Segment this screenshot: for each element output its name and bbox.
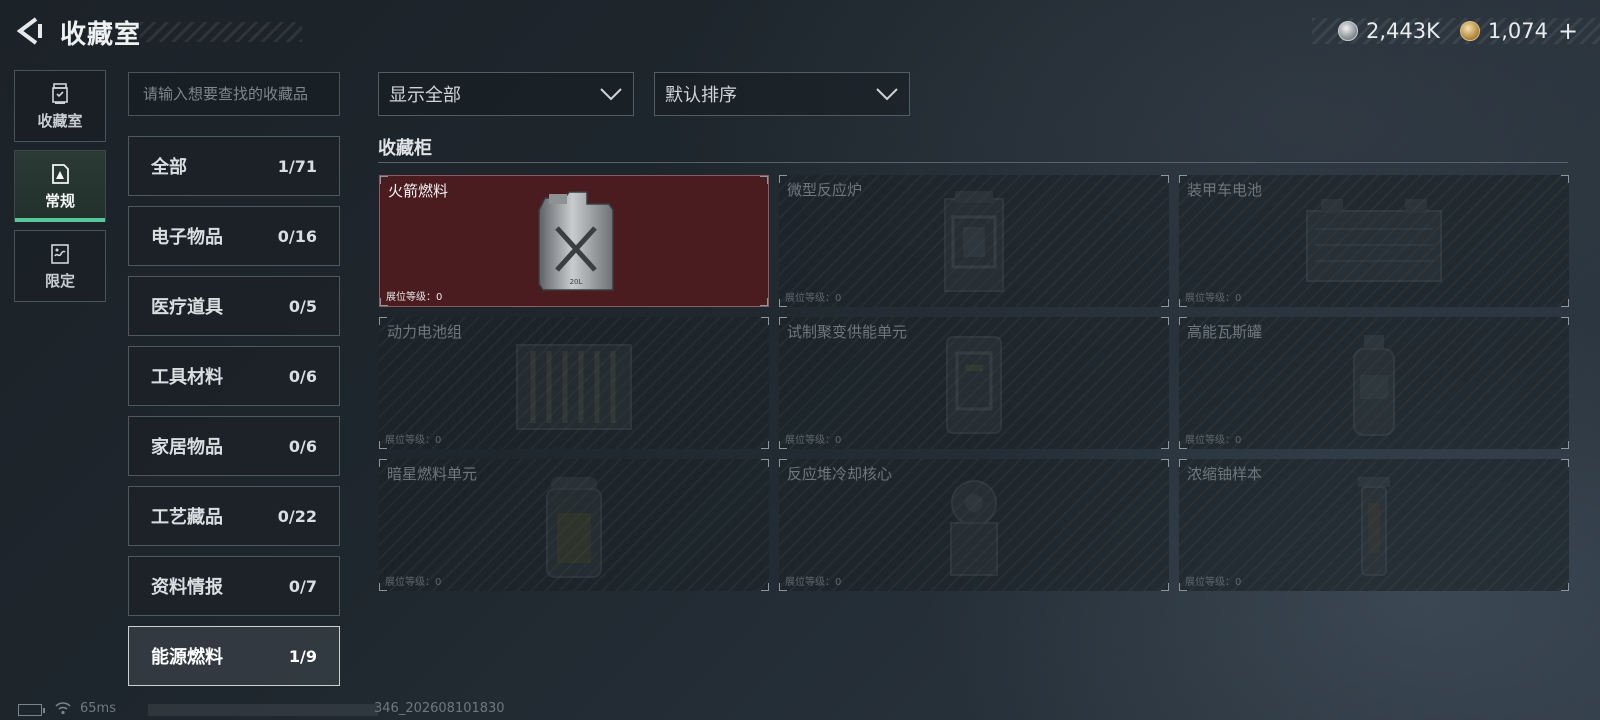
regular-card-icon bbox=[52, 163, 69, 184]
ping-value: 65ms bbox=[80, 701, 116, 716]
battery-pack-icon bbox=[516, 344, 632, 430]
subcategory-name: 资料情报 bbox=[151, 577, 223, 598]
subcategory-name: 全部 bbox=[151, 157, 187, 178]
tab-label: 常规 bbox=[44, 191, 75, 210]
subcategory-count: 0/7 bbox=[288, 576, 317, 596]
cabinet-slot-reactor-cooling-core[interactable]: 反应堆冷却核心 展位等级：0 bbox=[779, 459, 1169, 591]
tab-label: 收藏室 bbox=[37, 111, 83, 130]
tab-collection-room[interactable]: 收藏室 bbox=[14, 70, 106, 142]
subcategory-count: 0/6 bbox=[288, 436, 317, 456]
slot-level: 展位等级：0 bbox=[385, 435, 442, 446]
subcategory-intel[interactable]: 资料情报 0/7 bbox=[128, 556, 340, 616]
slot-name: 微型反应炉 bbox=[787, 181, 863, 199]
subcategory-household[interactable]: 家居物品 0/6 bbox=[128, 416, 340, 476]
subcategory-count: 1/71 bbox=[277, 156, 317, 176]
wifi-icon bbox=[55, 702, 71, 715]
subcategory-count: 0/6 bbox=[288, 366, 317, 386]
gold-currency-value: 1,074 bbox=[1487, 19, 1549, 43]
display-filter-dropdown[interactable]: 显示全部 bbox=[378, 72, 634, 116]
cabinet-slot-gas-tank[interactable]: 高能瓦斯罐 展位等级：0 bbox=[1179, 317, 1569, 449]
slot-name: 浓缩铀样本 bbox=[1187, 465, 1263, 483]
redacted-info bbox=[148, 704, 378, 716]
tab-label: 限定 bbox=[44, 271, 75, 290]
section-divider bbox=[378, 162, 1568, 163]
add-currency-button[interactable]: + bbox=[1558, 17, 1578, 45]
reactor-icon bbox=[944, 191, 1004, 292]
sort-value: 默认排序 bbox=[665, 85, 737, 106]
back-arrow-icon[interactable] bbox=[14, 16, 44, 46]
title-decoration bbox=[140, 22, 302, 42]
build-version: 346_202608101830 bbox=[374, 701, 505, 716]
page-title: 收藏室 bbox=[60, 20, 142, 50]
subcategory-electronics[interactable]: 电子物品 0/16 bbox=[128, 206, 340, 266]
subcategory-count: 0/16 bbox=[277, 226, 317, 246]
silver-coin-icon bbox=[1338, 21, 1358, 41]
subcategory-crafts[interactable]: 工艺藏品 0/22 bbox=[128, 486, 340, 546]
top-bar: 收藏室 2,443K 1,074 + bbox=[0, 0, 1600, 60]
subcategory-name: 医疗道具 bbox=[151, 297, 223, 318]
slot-level: 展位等级：0 bbox=[1185, 293, 1242, 304]
svg-text:20L: 20L bbox=[570, 278, 583, 286]
slot-level: 展位等级：0 bbox=[1185, 435, 1242, 446]
subcategory-name: 能源燃料 bbox=[151, 647, 223, 668]
chevron-down-icon bbox=[876, 88, 898, 101]
cabinet-slot-fusion-supply-unit[interactable]: 试制聚变供能单元 展位等级：0 bbox=[779, 317, 1169, 449]
battery-icon bbox=[18, 704, 45, 716]
currency-bar: 2,443K 1,074 + bbox=[1312, 17, 1600, 45]
subcategory-count: 0/22 bbox=[277, 506, 317, 526]
status-footer: 65ms 346_202608101830 bbox=[0, 698, 1600, 720]
subcategory-all[interactable]: 全部 1/71 bbox=[128, 136, 340, 196]
slot-level: 展位等级：0 bbox=[785, 293, 842, 304]
cabinet-slot-rocket-fuel[interactable]: 20L 火箭燃料 展位等级：0 bbox=[379, 175, 769, 307]
subcategory-name: 电子物品 bbox=[151, 227, 223, 248]
jerrycan-icon: 20L bbox=[538, 191, 614, 291]
sort-dropdown[interactable]: 默认排序 bbox=[654, 72, 910, 116]
cabinet-slot-micro-reactor[interactable]: 微型反应炉 展位等级：0 bbox=[779, 175, 1169, 307]
subcategory-name: 家居物品 bbox=[151, 437, 223, 458]
slot-name: 动力电池组 bbox=[387, 323, 463, 341]
silver-currency-value: 2,443K bbox=[1366, 19, 1440, 43]
slot-name: 暗星燃料单元 bbox=[387, 465, 478, 483]
fusion-unit-icon bbox=[946, 336, 1002, 434]
tab-regular[interactable]: 常规 bbox=[14, 150, 106, 222]
slot-name: 装甲车电池 bbox=[1187, 181, 1263, 199]
slot-name: 反应堆冷却核心 bbox=[787, 465, 893, 483]
chevron-down-icon bbox=[600, 88, 622, 101]
slot-name: 高能瓦斯罐 bbox=[1187, 323, 1263, 341]
slot-level: 展位等级：0 bbox=[785, 435, 842, 446]
subcategory-count: 0/5 bbox=[288, 296, 317, 316]
subcategory-count: 1/9 bbox=[288, 646, 317, 666]
limited-card-icon bbox=[51, 243, 69, 264]
slot-name: 试制聚变供能单元 bbox=[787, 323, 908, 341]
section-title: 收藏柜 bbox=[378, 138, 432, 159]
slot-level: 展位等级：0 bbox=[785, 577, 842, 588]
tab-limited[interactable]: 限定 bbox=[14, 230, 106, 302]
fuel-cell-icon bbox=[546, 477, 602, 578]
battery-icon bbox=[1306, 199, 1442, 282]
slot-name: 火箭燃料 bbox=[388, 182, 449, 200]
slot-level: 展位等级：0 bbox=[1185, 577, 1242, 588]
cooling-core-icon bbox=[950, 480, 998, 576]
search-input[interactable] bbox=[128, 72, 340, 116]
slot-level: 展位等级：0 bbox=[386, 292, 443, 303]
cabinet-slot-armored-vehicle-battery[interactable]: 装甲车电池 展位等级：0 bbox=[1179, 175, 1569, 307]
collection-room-icon bbox=[52, 82, 68, 104]
subcategory-energy-fuel[interactable]: 能源燃料 1/9 bbox=[128, 626, 340, 686]
cabinet-slot-darkstar-fuel-unit[interactable]: 暗星燃料单元 展位等级：0 bbox=[379, 459, 769, 591]
slot-level: 展位等级：0 bbox=[385, 577, 442, 588]
cabinet-slot-enriched-uranium-sample[interactable]: 浓缩铀样本 展位等级：0 bbox=[1179, 459, 1569, 591]
gas-tank-icon bbox=[1353, 335, 1395, 436]
cabinet-slot-power-battery-pack[interactable]: 动力电池组 展位等级：0 bbox=[379, 317, 769, 449]
subcategory-tools[interactable]: 工具材料 0/6 bbox=[128, 346, 340, 406]
display-filter-value: 显示全部 bbox=[389, 85, 461, 106]
uranium-sample-icon bbox=[1358, 477, 1390, 576]
subcategory-name: 工具材料 bbox=[151, 367, 223, 388]
subcategory-name: 工艺藏品 bbox=[151, 507, 223, 528]
subcategory-medical[interactable]: 医疗道具 0/5 bbox=[128, 276, 340, 336]
gold-coin-icon bbox=[1459, 21, 1480, 41]
